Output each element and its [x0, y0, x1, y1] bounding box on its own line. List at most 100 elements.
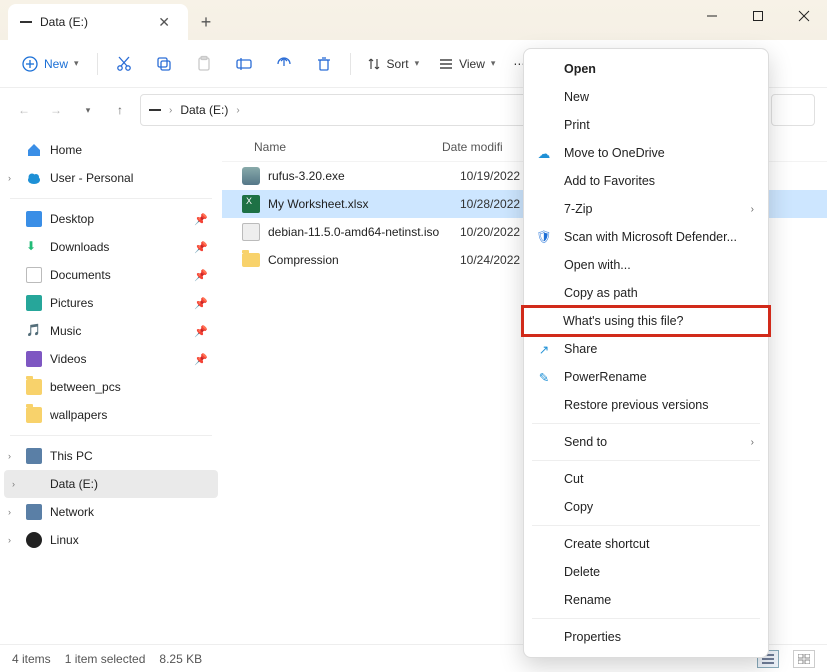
sidebar-label: Documents: [50, 268, 111, 282]
pin-icon: 📌: [194, 297, 208, 310]
list-icon: [439, 57, 453, 71]
file-name: Compression: [268, 253, 460, 267]
cloud-icon: ☁: [536, 145, 552, 161]
up-button[interactable]: ↑: [108, 98, 132, 122]
ctx-rename[interactable]: Rename: [524, 586, 768, 614]
ctx-7zip[interactable]: 7-Zip›: [524, 195, 768, 223]
minimize-button[interactable]: [689, 0, 735, 32]
file-name: rufus-3.20.exe: [268, 169, 460, 183]
cut-button[interactable]: [106, 46, 142, 82]
tab-title: Data (E:): [40, 15, 146, 29]
sidebar-label: Data (E:): [50, 477, 98, 491]
sidebar-folder[interactable]: wallpapers: [0, 401, 222, 429]
chevron-right-icon: ›: [8, 507, 11, 517]
sidebar-music[interactable]: 🎵 Music 📌: [0, 317, 222, 345]
sidebar-documents[interactable]: Documents📌: [0, 261, 222, 289]
sidebar-label: Videos: [50, 352, 86, 366]
sidebar-linux[interactable]: ›Linux: [0, 526, 222, 554]
chevron-right-icon: ›: [751, 437, 754, 448]
forward-button[interactable]: →: [44, 98, 68, 122]
ctx-powerrename[interactable]: ✎PowerRename: [524, 363, 768, 391]
sidebar-thispc[interactable]: ›This PC: [0, 442, 222, 470]
sidebar-videos[interactable]: Videos 📌: [0, 345, 222, 373]
status-selection: 1 item selected: [65, 652, 146, 666]
pin-icon: 📌: [194, 353, 208, 366]
ctx-sendto[interactable]: Send to›: [524, 428, 768, 456]
view-label: View: [459, 57, 485, 71]
sort-label: Sort: [387, 57, 409, 71]
ctx-cut[interactable]: Cut: [524, 465, 768, 493]
sidebar-folder[interactable]: between_pcs: [0, 373, 222, 401]
sidebar-label: between_pcs: [50, 380, 121, 394]
close-button[interactable]: [781, 0, 827, 32]
delete-button[interactable]: [306, 46, 342, 82]
ctx-copy[interactable]: Copy: [524, 493, 768, 521]
ctx-defender[interactable]: 🛡Scan with Microsoft Defender...: [524, 223, 768, 251]
sidebar-pictures[interactable]: Pictures📌: [0, 289, 222, 317]
rename-icon: ✎: [536, 369, 552, 385]
paste-button[interactable]: [186, 46, 222, 82]
ctx-share[interactable]: ↗Share: [524, 335, 768, 363]
search-input[interactable]: [771, 94, 815, 126]
ctx-onedrive[interactable]: ☁Move to OneDrive: [524, 139, 768, 167]
back-button[interactable]: ←: [12, 98, 36, 122]
ctx-delete[interactable]: Delete: [524, 558, 768, 586]
exe-icon: [242, 167, 260, 185]
sidebar-label: Music: [50, 324, 81, 338]
ctx-open[interactable]: Open: [524, 55, 768, 83]
sidebar-label: Desktop: [50, 212, 94, 226]
ctx-whats-using[interactable]: What's using this file?: [523, 307, 769, 335]
new-button[interactable]: New ▾: [12, 52, 89, 76]
new-tab-button[interactable]: +: [188, 4, 224, 40]
new-label: New: [44, 57, 68, 71]
sidebar-home[interactable]: Home: [0, 136, 222, 164]
ctx-new[interactable]: New: [524, 83, 768, 111]
sidebar-drive[interactable]: ›Data (E:): [4, 470, 218, 498]
music-icon: 🎵: [26, 323, 42, 339]
ctx-copypath[interactable]: Copy as path: [524, 279, 768, 307]
pin-icon: 📌: [194, 325, 208, 338]
ctx-favorites[interactable]: Add to Favorites: [524, 167, 768, 195]
documents-icon: [26, 267, 42, 283]
copy-icon: [155, 55, 173, 73]
excel-icon: [242, 195, 260, 213]
active-tab[interactable]: Data (E:) ✕: [8, 4, 188, 40]
breadcrumb-location: Data (E:): [180, 103, 228, 117]
pin-icon: 📌: [194, 241, 208, 254]
window-controls: [689, 0, 827, 32]
ctx-print[interactable]: Print: [524, 111, 768, 139]
folder-icon: [242, 253, 260, 267]
copy-button[interactable]: [146, 46, 182, 82]
sidebar-network[interactable]: › Network: [0, 498, 222, 526]
ctx-shortcut[interactable]: Create shortcut: [524, 530, 768, 558]
drive-icon: [26, 476, 42, 492]
recent-button[interactable]: ▾: [76, 98, 100, 122]
status-count: 4 items: [12, 652, 51, 666]
share-icon: ↗: [536, 341, 552, 357]
sidebar-user[interactable]: › User - Personal: [0, 164, 222, 192]
pc-icon: [26, 448, 42, 464]
column-name[interactable]: Name: [222, 140, 442, 154]
rename-button[interactable]: [226, 46, 262, 82]
thumbnails-view-button[interactable]: [793, 650, 815, 668]
sidebar-label: Network: [50, 505, 94, 519]
cloud-icon: [26, 170, 42, 186]
chevron-right-icon: ›: [8, 451, 11, 461]
chevron-right-icon: ›: [169, 105, 172, 116]
linux-icon: [26, 532, 42, 548]
shield-icon: 🛡: [536, 229, 552, 245]
sidebar-downloads[interactable]: ⬇Downloads📌: [0, 233, 222, 261]
sidebar-label: Linux: [50, 533, 79, 547]
ctx-restore[interactable]: Restore previous versions: [524, 391, 768, 419]
ctx-properties[interactable]: Properties: [524, 623, 768, 651]
file-name: My Worksheet.xlsx: [268, 197, 460, 211]
maximize-button[interactable]: [735, 0, 781, 32]
network-icon: [26, 504, 42, 520]
view-button[interactable]: View ▾: [431, 53, 503, 75]
videos-icon: [26, 351, 42, 367]
close-tab-icon[interactable]: ✕: [154, 12, 174, 33]
ctx-openwith[interactable]: Open with...: [524, 251, 768, 279]
share-button[interactable]: [266, 46, 302, 82]
sidebar-desktop[interactable]: Desktop📌: [0, 205, 222, 233]
sort-button[interactable]: Sort ▾: [359, 53, 428, 75]
